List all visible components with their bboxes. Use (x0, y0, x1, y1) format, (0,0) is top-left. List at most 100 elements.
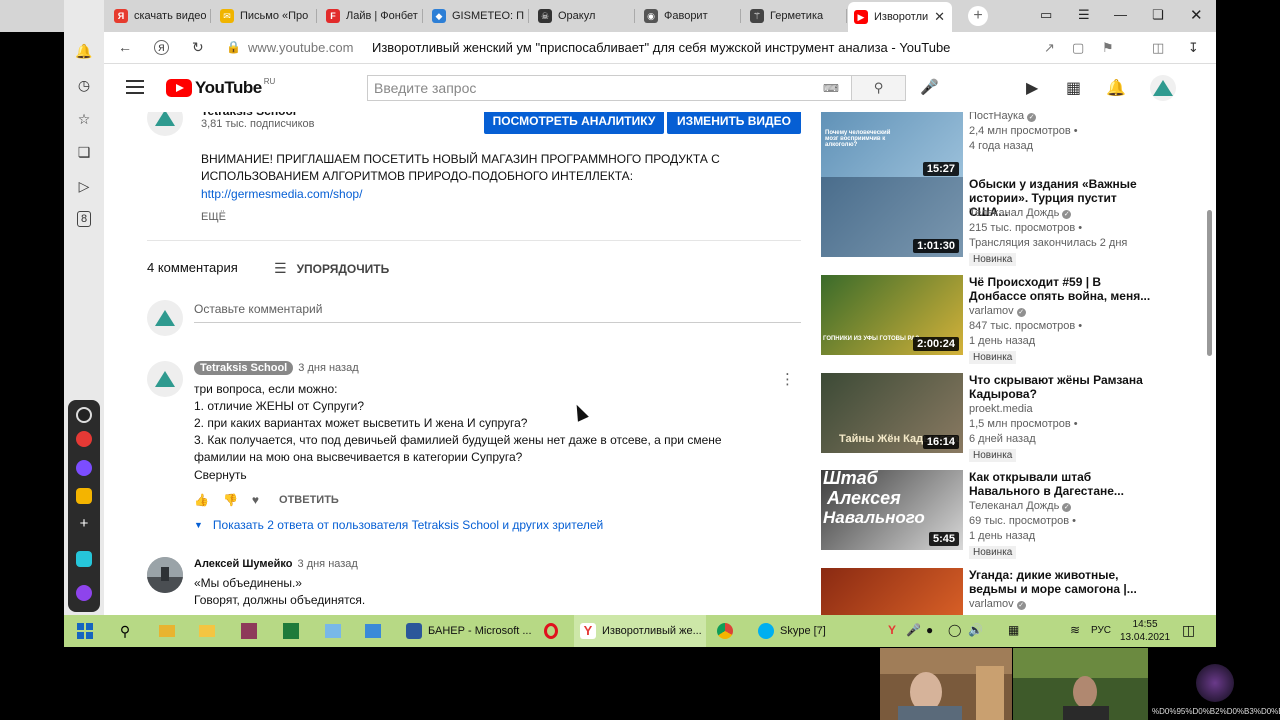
record-app-icon[interactable] (76, 431, 92, 447)
dislike-icon[interactable]: 👎 (223, 493, 238, 507)
bookmark-icon[interactable]: ⚑ (1102, 40, 1114, 56)
video-title[interactable]: Что скрывают жёны Рамзана Кадырова? (969, 373, 1159, 401)
comment-author-avatar[interactable] (147, 361, 183, 397)
video-title[interactable]: Как открывали штаб Навального в Дагестан… (969, 470, 1159, 498)
explorer-icon[interactable] (158, 622, 176, 640)
reload-icon[interactable]: ↻ (192, 39, 204, 56)
comment-time[interactable]: 3 дня назад (298, 362, 358, 374)
extensions-icon[interactable]: ▢ (1072, 40, 1084, 56)
taskbar-yandex[interactable]: Y Изворотливый же... (574, 615, 706, 647)
video-title[interactable]: Чё Происходит #59 | В Донбассе опять вой… (969, 275, 1159, 303)
video-channel[interactable]: Телеканал Дождь ✓ (969, 500, 1072, 512)
minimize-icon[interactable]: — (1114, 7, 1127, 22)
notifications-icon[interactable]: 🔔 (75, 42, 93, 60)
alice-app-icon[interactable] (76, 407, 92, 423)
search-button[interactable]: ⚲ (852, 75, 906, 101)
system-clock[interactable]: 14:55 13.04.2021 (1120, 618, 1170, 644)
browser-tab[interactable]: ◉ Фаворит (638, 3, 738, 29)
like-icon[interactable]: 👍 (194, 493, 209, 507)
search-input[interactable]: Введите запрос (367, 75, 852, 101)
page-title[interactable]: Изворотливый женский ум "приспосабливает… (372, 40, 950, 55)
video-thumbnail[interactable]: 1:01:30 (821, 177, 963, 257)
video-thumbnail[interactable]: Почему человеческий мозг восприимчив к а… (821, 112, 963, 180)
reader-icon[interactable]: ◫ (1152, 40, 1164, 56)
video-channel[interactable]: ПостНаука ✓ (969, 112, 1037, 122)
comment-author-chip[interactable]: Tetraksis School (194, 361, 294, 375)
volume-tray-icon[interactable]: 🔊 (968, 623, 983, 637)
collapse-button[interactable]: Свернуть (194, 467, 247, 484)
close-window-icon[interactable]: ✕ (1190, 6, 1203, 24)
add-app-icon[interactable]: + (76, 516, 92, 532)
keyboard-icon[interactable]: ⌨ (823, 82, 839, 95)
comment-author-name[interactable]: Алексей Шумейко (194, 558, 292, 570)
comment-author-avatar[interactable] (147, 557, 183, 593)
network-tray-icon[interactable]: ◯ (948, 623, 961, 637)
related-video-item[interactable]: 1:01:30 Обыски у издания «Важные истории»… (821, 177, 1161, 267)
video-thumbnail[interactable]: Штаб Алексея Навального 5:45 (821, 470, 963, 550)
video-icon[interactable]: ▷ (75, 177, 93, 195)
bookmarks-icon[interactable]: ▭ (1040, 7, 1052, 23)
camera-tray-icon[interactable]: ● (926, 623, 933, 637)
wifi-tray-icon[interactable]: ≋ (1070, 623, 1080, 637)
video-thumbnail[interactable]: Тайны Жён Кадырова 16:14 (821, 373, 963, 453)
show-replies-button[interactable]: ▼ Показать 2 ответа от пользователя Tetr… (194, 518, 603, 532)
favorites-icon[interactable]: ☆ (75, 110, 93, 128)
video-channel[interactable]: Телеканал Дождь ✓ (969, 207, 1072, 219)
back-icon[interactable]: ← (118, 39, 132, 55)
page-scrollbar[interactable] (1207, 210, 1212, 356)
comment-menu-icon[interactable]: ⋮ (780, 370, 795, 388)
youtube-logo[interactable]: YouTube RU (166, 77, 275, 98)
comment-time[interactable]: 3 дня назад (298, 558, 358, 570)
video-thumbnail[interactable]: ГОПНИКИ ИЗ УФЫ ГОТОВЫ РАЗ 2:00:24 (821, 275, 963, 355)
messenger-app-icon[interactable] (76, 460, 92, 476)
yandex-tray-icon[interactable]: Y (888, 623, 896, 637)
new-tab-button[interactable]: + (968, 6, 988, 26)
maximize-icon[interactable]: ❏ (1152, 7, 1164, 23)
mail-app-icon[interactable] (76, 488, 92, 504)
related-video-item[interactable]: Штаб Алексея Навального 5:45 Как открывали ш… (821, 470, 1161, 560)
related-video-item[interactable]: ГОПНИКИ ИЗ УФЫ ГОТОВЫ РАЗ 2:00:24 Чё Проис… (821, 275, 1161, 365)
sort-button[interactable]: ☰ УПОРЯДОЧИТЬ (274, 260, 389, 277)
display-tray-icon[interactable]: ▦ (1008, 623, 1019, 637)
mic-tray-icon[interactable]: 🎤 (906, 623, 921, 637)
notes-icon[interactable] (324, 622, 342, 640)
show-more-button[interactable]: ЕЩЁ (201, 209, 226, 226)
apps-icon[interactable]: ▦ (1066, 78, 1081, 98)
related-video-item[interactable]: Уганда: дикие животные, ведьмы и море са… (821, 568, 1161, 615)
alice-voice-icon[interactable] (76, 585, 92, 601)
taskbar-word[interactable]: БАНЕР - Microsoft ... (400, 615, 532, 647)
start-icon[interactable] (76, 622, 94, 640)
reply-button[interactable]: ОТВЕТИТЬ (279, 494, 339, 506)
browser-tab[interactable]: F Лайв | Фонбет (320, 3, 420, 29)
menu-icon[interactable] (126, 80, 144, 94)
video-title[interactable]: Уганда: дикие животные, ведьмы и море са… (969, 568, 1159, 596)
remote-icon[interactable] (364, 622, 382, 640)
browser-tab[interactable]: ☠ Оракул (532, 3, 632, 29)
taskbar-skype[interactable]: Skype [7] (752, 615, 872, 647)
search-icon[interactable]: ⚲ (116, 622, 134, 640)
shop-link[interactable]: http://germesmedia.com/shop/ (201, 186, 362, 203)
action-center-icon[interactable]: ◫ (1182, 622, 1195, 639)
winrar-icon[interactable] (240, 622, 258, 640)
download-icon[interactable]: ↧ (1188, 40, 1199, 56)
history-icon[interactable]: ◷ (75, 76, 93, 94)
excel-icon[interactable] (282, 622, 300, 640)
related-video-item[interactable]: Тайны Жён Кадырова 16:14 Что скрывают жёны… (821, 373, 1161, 463)
mail-icon[interactable] (198, 622, 216, 640)
disk-app-icon[interactable] (76, 551, 92, 567)
video-channel[interactable]: varlamov ✓ (969, 305, 1026, 317)
create-video-icon[interactable]: ▶ (1026, 78, 1038, 98)
account-avatar[interactable] (1150, 75, 1176, 101)
video-channel[interactable]: varlamov ✓ (969, 598, 1026, 610)
browser-tab[interactable]: ▶ Изворотли ✕ (848, 2, 952, 32)
browser-tab[interactable]: ✉ Письмо «Про (214, 3, 314, 29)
browser-tab[interactable]: Яскачать видео (108, 3, 208, 29)
video-thumbnail[interactable] (821, 568, 963, 615)
chrome-icon[interactable] (716, 622, 734, 640)
browser-tab[interactable]: ◆ GISMETEO: П (426, 3, 526, 29)
url-host[interactable]: www.youtube.com (248, 40, 354, 55)
yandex-icon[interactable]: я (154, 40, 169, 55)
notifications-bell-icon[interactable]: 🔔 (1106, 78, 1126, 98)
share-icon[interactable]: ↗ (1044, 40, 1055, 56)
language-indicator[interactable]: РУС (1091, 625, 1111, 636)
